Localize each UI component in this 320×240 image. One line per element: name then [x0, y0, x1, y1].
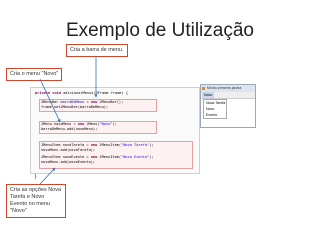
arrow-menu-items — [39, 167, 56, 185]
arrow-menu — [39, 78, 61, 123]
connector-arrows — [39, 56, 98, 185]
